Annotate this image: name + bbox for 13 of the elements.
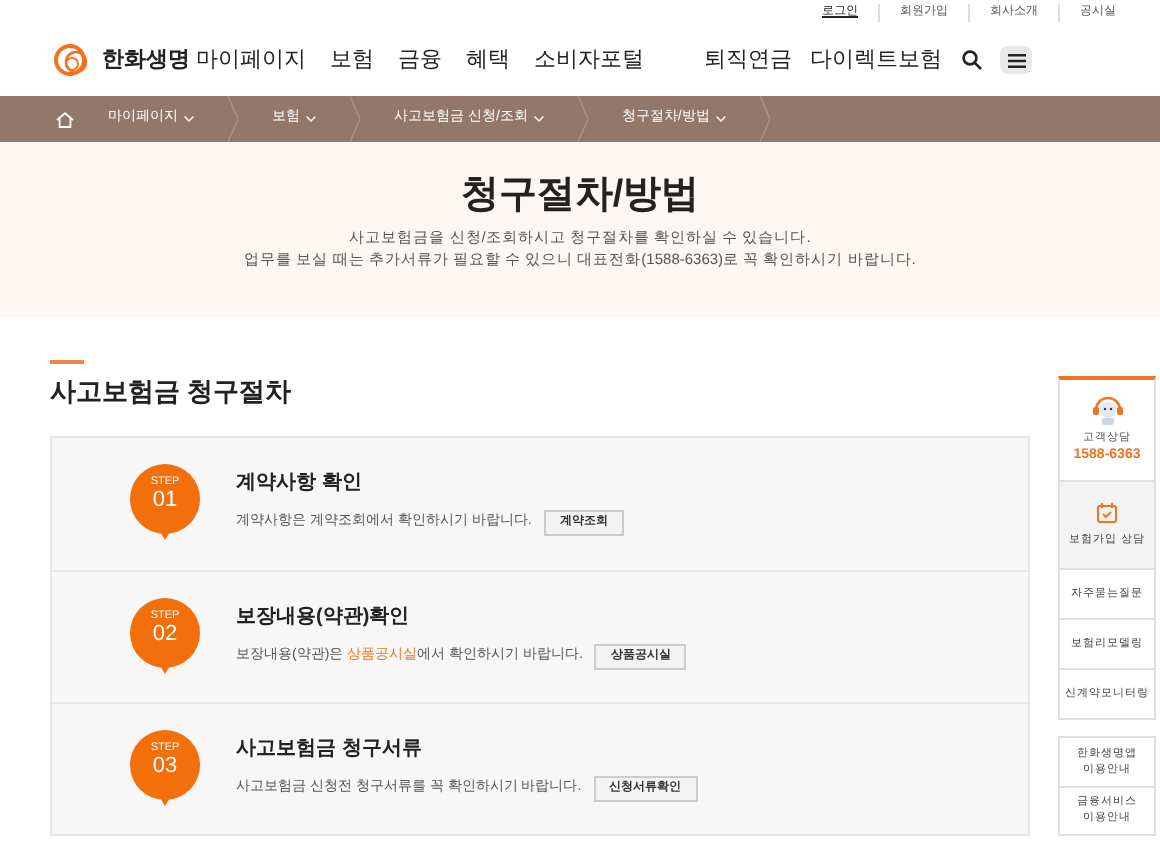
nav-link[interactable]: 다이렉트보험 (810, 43, 942, 77)
section-title: 사고보험금 청구절차 (50, 374, 294, 410)
nav-link[interactable]: 퇴직연금 (704, 43, 792, 77)
nav-link[interactable]: 소비자포털 (534, 43, 644, 77)
nav-link[interactable]: 금융 (398, 43, 442, 77)
nav-link[interactable]: 보험 (330, 43, 374, 77)
step-title: 계약사항 확인 (236, 469, 364, 497)
nav-link[interactable]: 혜택 (466, 43, 510, 77)
logo-text[interactable]: 한화생명 (102, 43, 190, 77)
step-title: 보장내용(약관)확인 (236, 603, 412, 631)
page-title: 청구절차/방법 (460, 172, 700, 220)
nav-link[interactable]: 마이페이지 (196, 43, 306, 77)
step-title: 사고보험금 청구서류 (236, 735, 424, 763)
